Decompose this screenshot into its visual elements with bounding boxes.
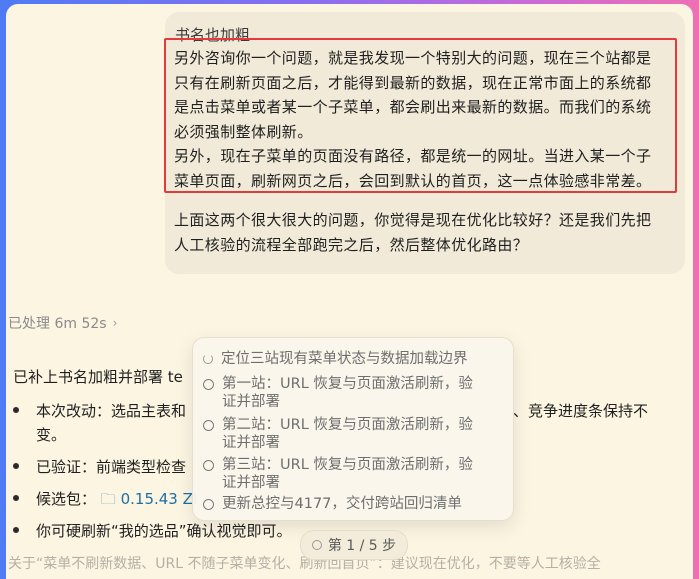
- processed-label: 已处理 6m 52s: [8, 316, 107, 332]
- step-label: 第二站：URL 恢复与页面激活刷新，验 证并部署: [222, 416, 473, 452]
- text-line: 必须强制整体刷新。: [174, 122, 313, 141]
- bullet-dot: [13, 495, 19, 501]
- reply-intro: 已补上书名加粗并部署 te: [13, 368, 183, 386]
- step-line: 证并部署: [222, 435, 280, 451]
- text-line: 另外，现在子菜单的页面没有路径，都是统一的网址。当进入某一个子: [174, 147, 652, 165]
- step-label: 更新总控与4177，交付跨站回归清单: [222, 496, 462, 512]
- circle-icon: [203, 460, 214, 471]
- step-item[interactable]: 定位三站现有菜单状态与数据加载边界: [203, 350, 503, 368]
- package-link[interactable]: 0.15.43 ZI: [121, 490, 198, 508]
- spinner-icon: [203, 354, 213, 364]
- text-line: 人工核验的流程全部跑完之后，然后整体优化路由？: [174, 235, 529, 254]
- step-line: 第一站：URL 恢复与页面激活刷新，验: [222, 376, 473, 392]
- reply-bullet-1-end: 、竞争进度条保持不: [513, 402, 649, 420]
- step-label: 定位三站现有菜单状态与数据加载边界: [221, 351, 468, 367]
- text-line: 另外咨询你一个问题，就是我发现一个特别大的问题，现在三个站都是: [174, 49, 652, 67]
- step-label: 第一站：URL 恢复与页面激活刷新，验 证并部署: [222, 375, 473, 411]
- text-line: 只有在刷新页面之后，才能得到最新的数据，现在正常市面上的系统都: [174, 73, 652, 92]
- reply-bullet-3: 候选包： 🗀 0.15.43 ZI: [36, 488, 197, 514]
- pager-label: 第 1 / 5 步: [327, 538, 397, 554]
- circle-icon: [203, 499, 214, 510]
- circle-icon: [203, 379, 214, 390]
- question-text: 上面这两个很大很大的问题，你觉得是现在优化比较好？还是我们先把 人工核验的流程全…: [174, 208, 674, 257]
- processed-toggle[interactable]: 已处理 6m 52s ›: [8, 313, 117, 333]
- bullet-dot: [13, 527, 19, 533]
- folder-icon: 🗀: [100, 490, 116, 508]
- bullet-dot: [13, 407, 19, 413]
- candidate-label: 候选包：: [36, 490, 97, 508]
- step-item[interactable]: 更新总控与4177，交付跨站回归清单: [203, 495, 503, 513]
- text-line: 是点击菜单或者某一个子菜单，都会刷出来最新的数据。而我们的系统: [174, 98, 652, 116]
- step-line: 第二站：URL 恢复与页面激活刷新，验: [222, 417, 473, 433]
- step-item[interactable]: 第一站：URL 恢复与页面激活刷新，验 证并部署: [203, 375, 503, 411]
- highlighted-text: 另外咨询你一个问题，就是我发现一个特别大的问题，现在三个站都是 只有在刷新页面之…: [174, 46, 674, 193]
- reply-bullet-1: 本次改动：选品主表和: [36, 402, 187, 420]
- reply-bullet-1-cont: 变。: [36, 426, 67, 444]
- steps-popup: 定位三站现有菜单状态与数据加载边界 第一站：URL 恢复与页面激活刷新，验 证并…: [192, 337, 514, 521]
- step-pager[interactable]: 第 1 / 5 步: [300, 530, 408, 560]
- bullet-dot: [13, 463, 19, 469]
- reply-bullet-2: 已验证：前端类型检查: [36, 458, 187, 476]
- step-line: 证并部署: [222, 475, 280, 491]
- circle-icon: [203, 420, 214, 431]
- step-label: 第三站：URL 恢复与页面激活刷新，验 证并部署: [222, 456, 473, 492]
- reply-bullet-4: 你可硬刷新“我的选品”确认视觉即可。: [36, 522, 292, 540]
- step-item[interactable]: 第二站：URL 恢复与页面激活刷新，验 证并部署: [203, 416, 503, 452]
- text-line: 上面这两个很大很大的问题，你觉得是现在优化比较好？还是我们先把: [174, 211, 652, 229]
- step-line: 第三站：URL 恢复与页面激活刷新，验: [222, 457, 473, 473]
- step-item[interactable]: 第三站：URL 恢复与页面激活刷新，验 证并部署: [203, 456, 503, 492]
- chevron-right-icon: ›: [112, 316, 118, 330]
- text-line: 菜单页面，刷新网页之后，会回到默认的首页，这一点体验感非常差。: [174, 171, 652, 190]
- circle-icon: [311, 540, 322, 550]
- step-line: 证并部署: [222, 394, 280, 410]
